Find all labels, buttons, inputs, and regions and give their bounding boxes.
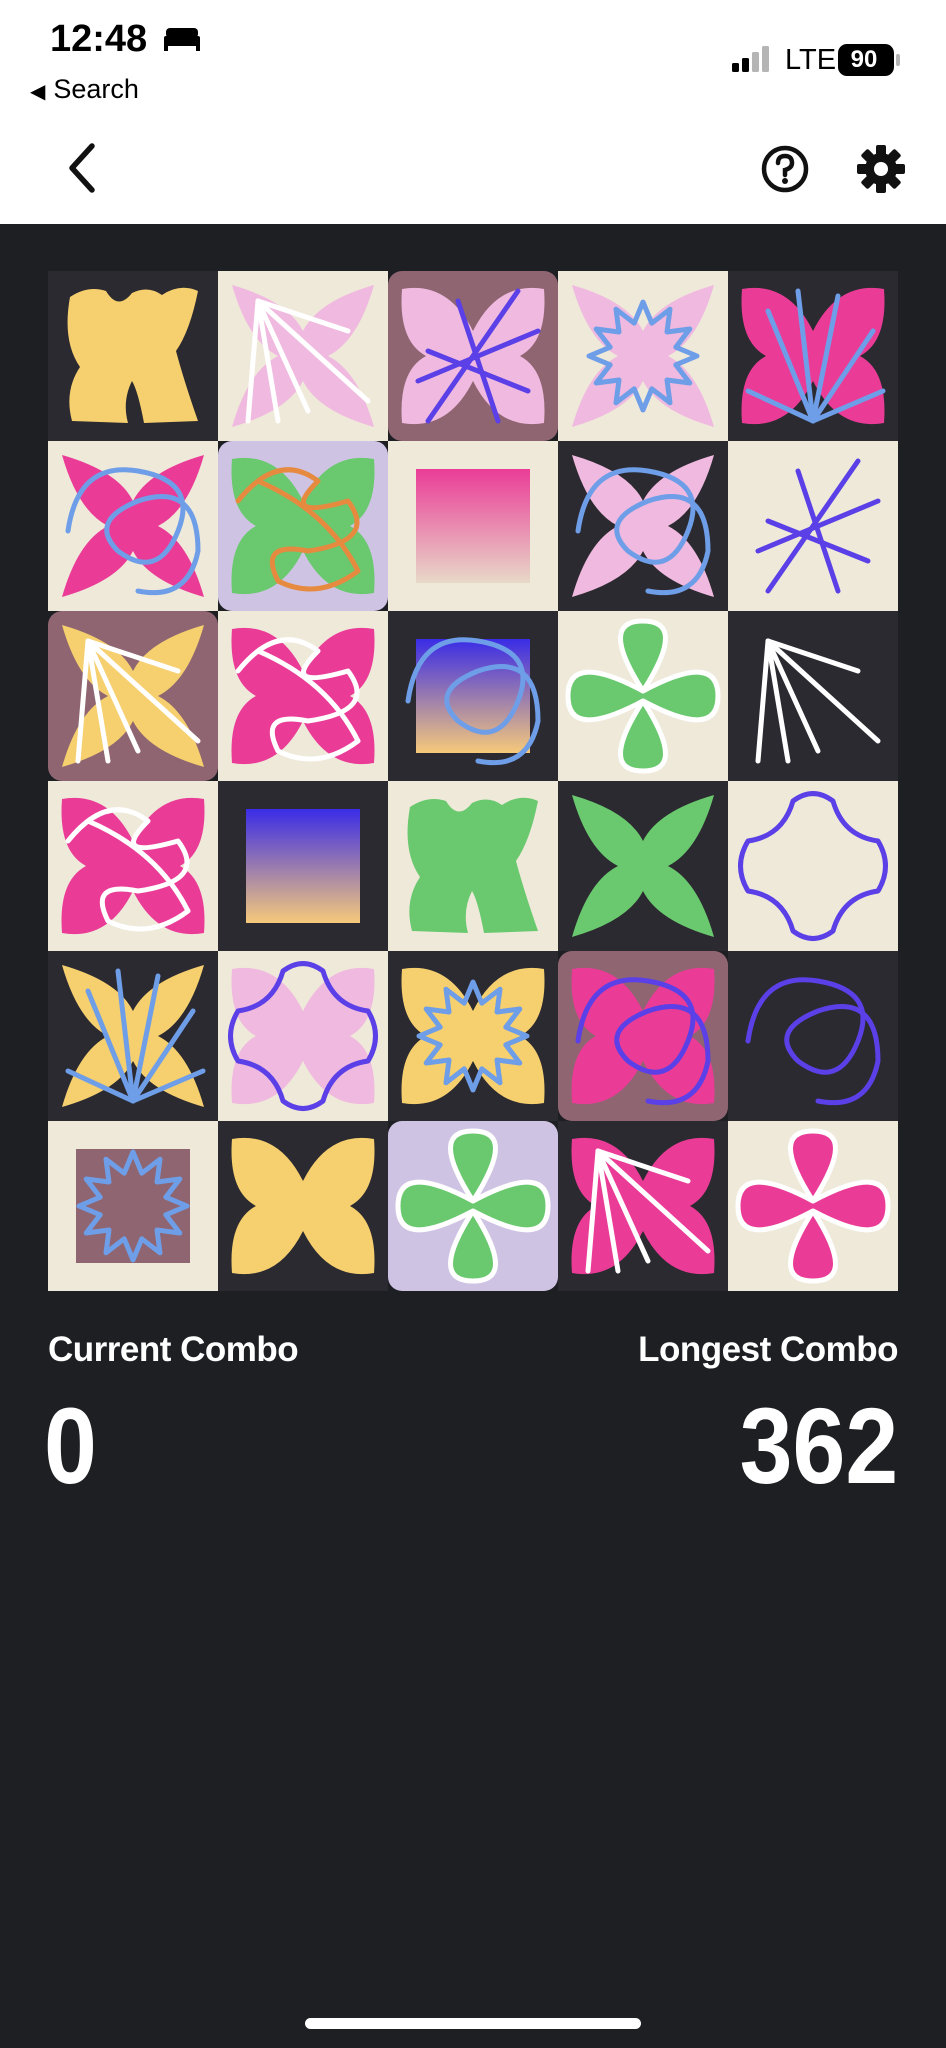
tile-pattern [558,441,728,611]
board-tile[interactable] [48,441,218,611]
question-circle-icon[interactable] [760,144,810,194]
board-tile[interactable] [388,951,558,1121]
sleep-bed-icon [164,28,200,51]
tile-pattern [558,951,728,1121]
tile-pattern [388,1121,558,1291]
tile-pattern [558,271,728,441]
longest-combo-label: Longest Combo [638,1330,898,1369]
cellular-signal-icon [732,46,769,72]
tile-pattern [388,611,558,781]
board-tile[interactable] [558,611,728,781]
board-tile[interactable] [48,781,218,951]
tile-pattern [48,1121,218,1291]
longest-combo-value: 362 [739,1385,898,1506]
board-tile[interactable] [218,951,388,1121]
tile-pattern [728,271,898,441]
tile-pattern [558,611,728,781]
back-to-app-link[interactable]: ◀ Search [30,74,139,105]
tile-pattern [728,611,898,781]
chevron-left-icon[interactable] [66,142,98,194]
board-tile[interactable] [218,781,388,951]
tile-pattern [48,441,218,611]
tile-pattern [728,1121,898,1291]
board-tile[interactable] [558,441,728,611]
game-board [48,271,898,1291]
tile-pattern [388,441,558,611]
tile-pattern [728,441,898,611]
tile-pattern [218,781,388,951]
home-indicator [305,2018,641,2029]
tile-pattern [728,781,898,951]
board-tile[interactable] [558,951,728,1121]
back-triangle-icon: ◀ [30,81,46,103]
gear-icon[interactable] [856,144,906,194]
board-tile[interactable] [728,781,898,951]
board-tile[interactable] [728,1121,898,1291]
tile-pattern [218,271,388,441]
tile-pattern [218,1121,388,1291]
status-time: 12:48 [50,18,148,60]
board-tile[interactable] [388,1121,558,1291]
board-tile[interactable] [388,271,558,441]
tile-pattern [558,781,728,951]
board-tile[interactable] [728,611,898,781]
board-tile[interactable] [218,441,388,611]
board-tile[interactable] [218,271,388,441]
status-bar: 12:48 ◀ Search LTE 90 [0,0,946,224]
board-tile[interactable] [218,611,388,781]
tile-pattern [388,951,558,1121]
board-tile[interactable] [388,611,558,781]
tile-pattern [218,951,388,1121]
tile-pattern [728,951,898,1121]
board-tile[interactable] [48,951,218,1121]
tile-pattern [48,611,218,781]
back-app-label: Search [53,74,139,104]
board-tile[interactable] [388,441,558,611]
tile-pattern [48,271,218,441]
board-tile[interactable] [48,271,218,441]
board-tile[interactable] [728,271,898,441]
board-tile[interactable] [48,611,218,781]
board-tile[interactable] [388,781,558,951]
board-tile[interactable] [728,441,898,611]
board-tile[interactable] [558,271,728,441]
tile-pattern [388,271,558,441]
current-combo-label: Current Combo [48,1330,299,1369]
board-tile[interactable] [48,1121,218,1291]
board-tile[interactable] [218,1121,388,1291]
tile-pattern [48,781,218,951]
tile-pattern [218,611,388,781]
board-tile[interactable] [558,781,728,951]
board-tile[interactable] [728,951,898,1121]
tile-pattern [558,1121,728,1291]
tile-pattern [48,951,218,1121]
battery-level: 90 [850,46,878,73]
network-type: LTE [785,44,837,76]
current-combo-value: 0 [44,1385,97,1506]
tile-pattern [218,441,388,611]
board-tile[interactable] [558,1121,728,1291]
tile-pattern [388,781,558,951]
